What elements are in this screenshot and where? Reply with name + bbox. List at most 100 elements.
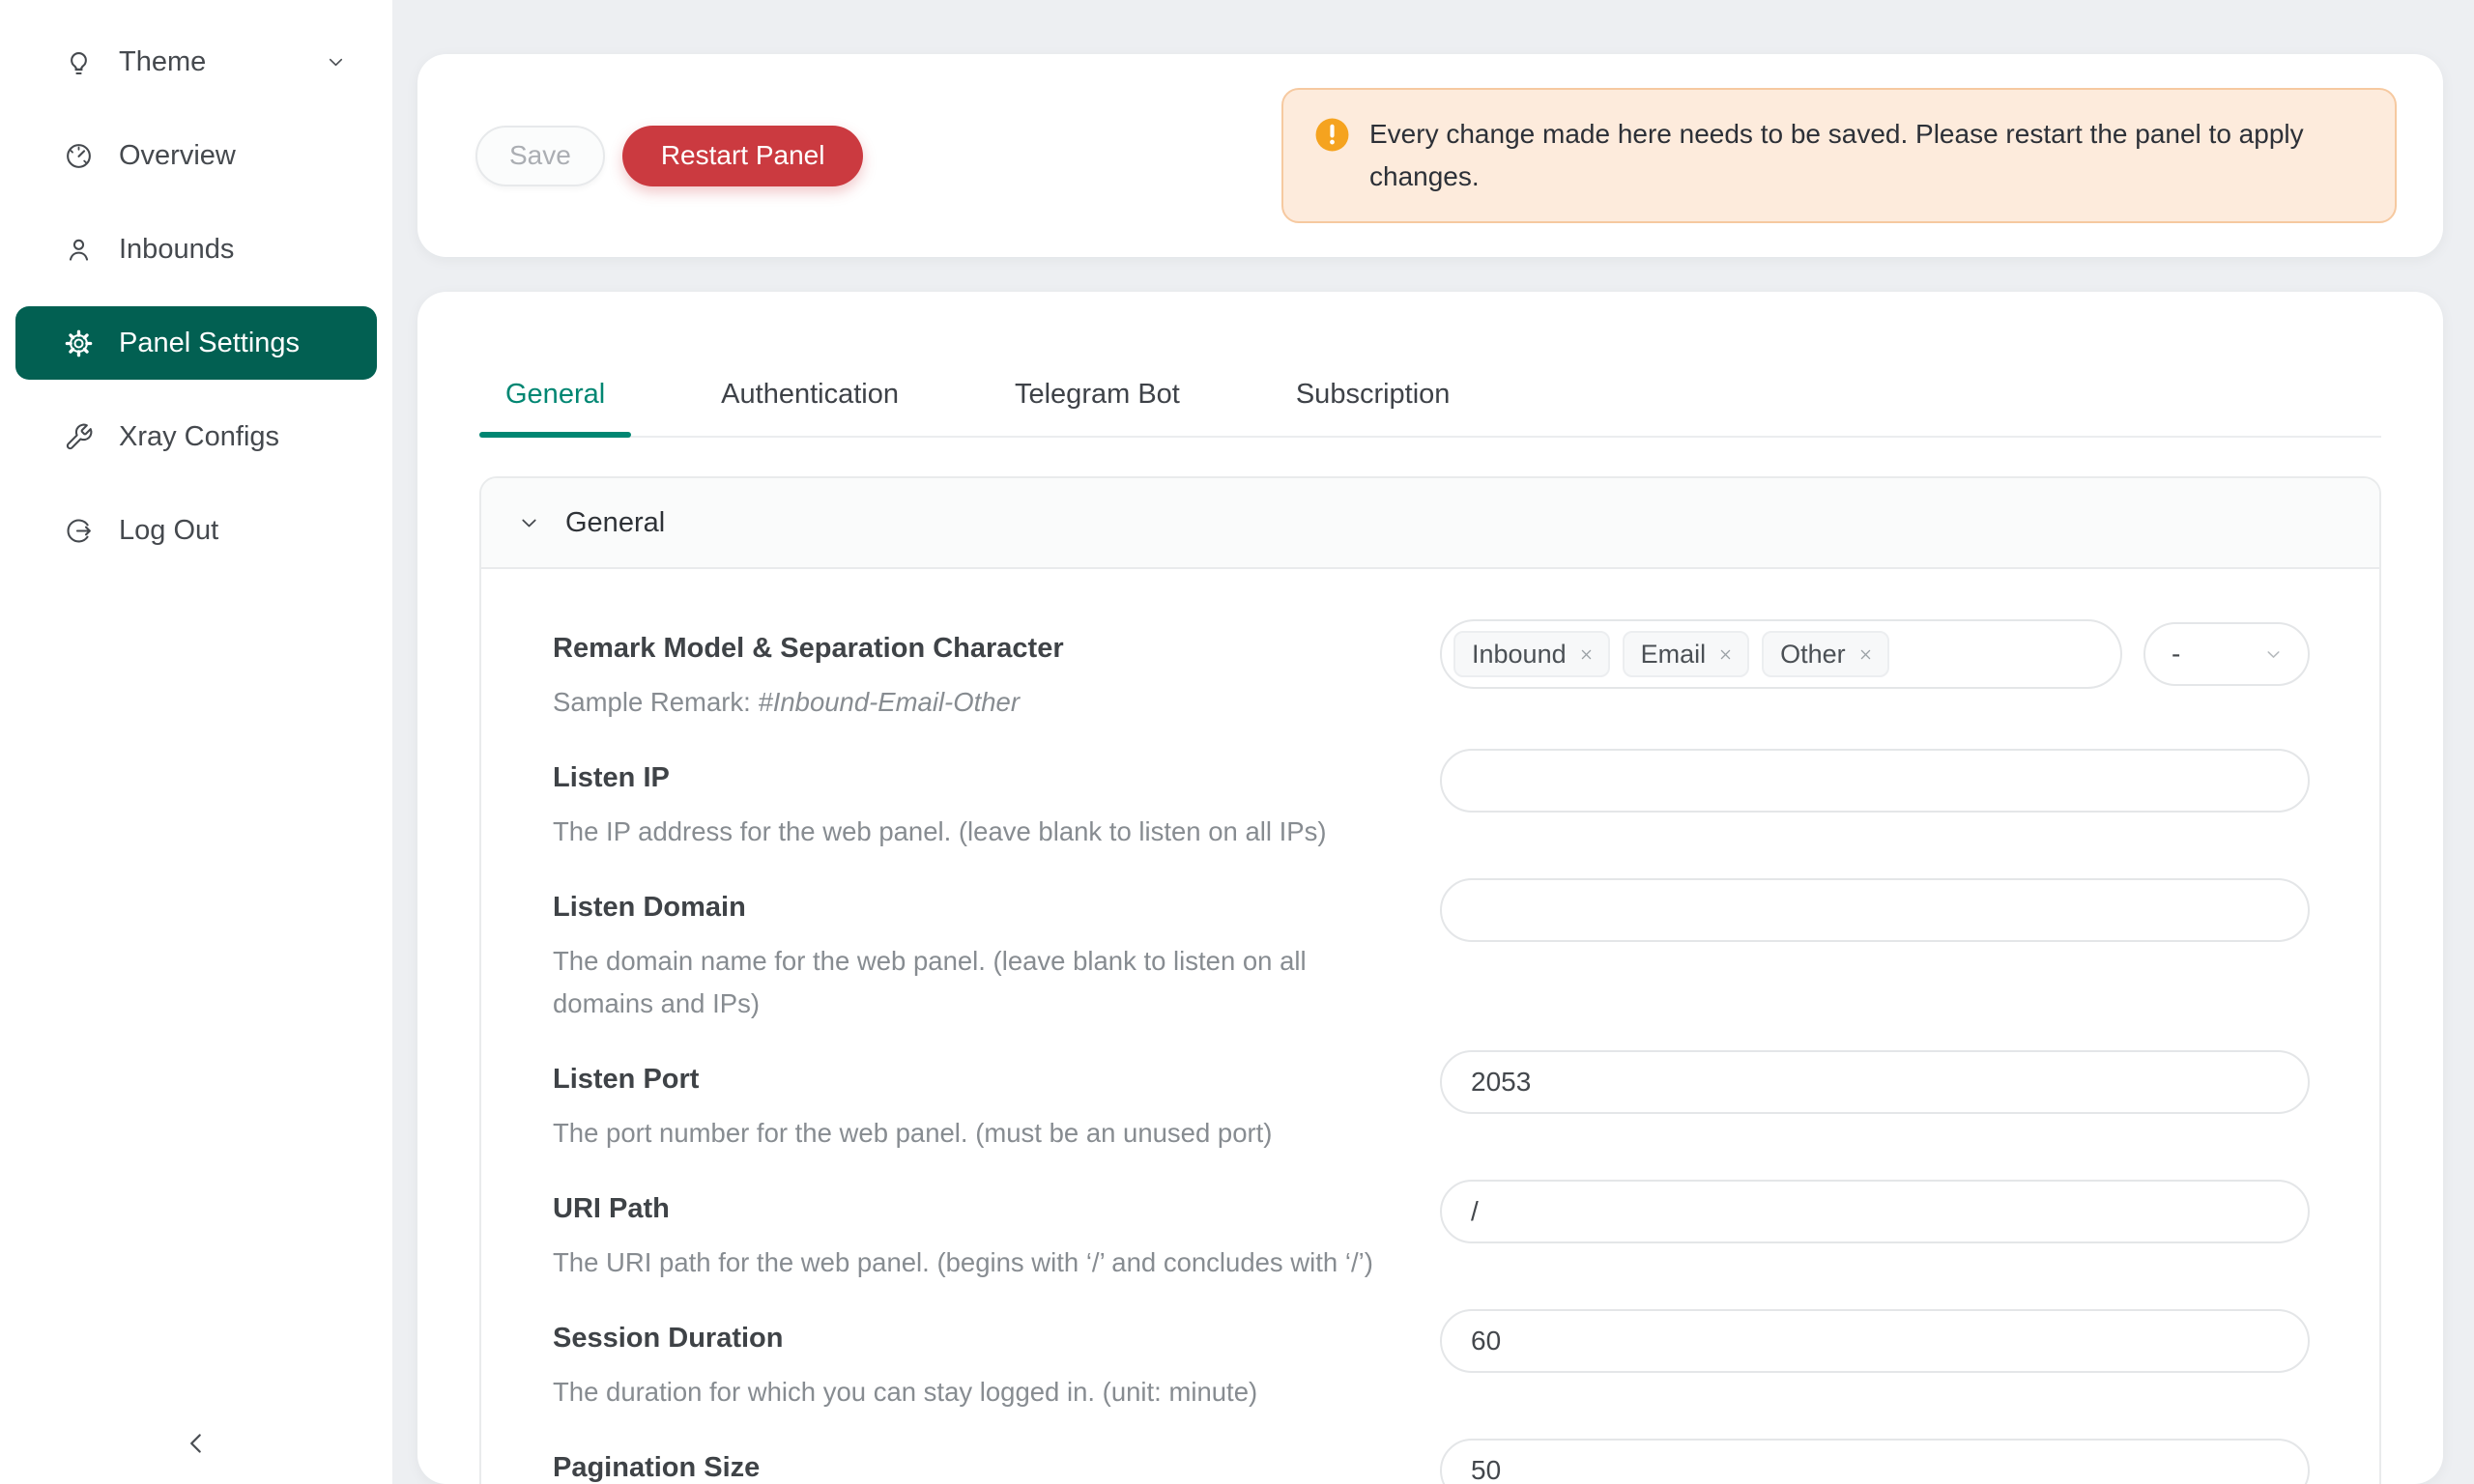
- sidebar-item-log-out[interactable]: Log Out: [15, 494, 377, 567]
- listen-domain-input[interactable]: [1440, 878, 2310, 942]
- sidebar-item-theme[interactable]: Theme: [15, 25, 377, 99]
- tab-label: Telegram Bot: [1015, 379, 1180, 410]
- toolbar-buttons: Save Restart Panel: [475, 126, 863, 186]
- field-control: Inbound Email Other -: [1440, 619, 2310, 689]
- alert-text: Every change made here needs to be saved…: [1369, 113, 2304, 198]
- session-duration-input[interactable]: [1440, 1309, 2310, 1373]
- tab-label: Subscription: [1296, 379, 1451, 410]
- field-control: [1440, 1050, 2310, 1114]
- field-control: [1440, 1180, 2310, 1243]
- separator-select[interactable]: -: [2143, 622, 2310, 686]
- restart-panel-button[interactable]: Restart Panel: [622, 126, 864, 186]
- remove-tag-icon[interactable]: [1716, 645, 1735, 664]
- person-icon: [64, 235, 94, 265]
- tab-telegram-bot[interactable]: Telegram Bot: [989, 373, 1206, 436]
- field-row-listen-ip: Listen IP The IP address for the web pan…: [553, 758, 2310, 853]
- chevron-down-icon: [2262, 643, 2285, 666]
- field-control: [1440, 878, 2310, 942]
- field-row-pagination-size: Pagination Size: [553, 1448, 2310, 1484]
- general-section-header[interactable]: General: [481, 478, 2379, 569]
- sidebar-item-label: Xray Configs: [119, 423, 279, 451]
- field-info: Listen Domain The domain name for the we…: [553, 888, 1440, 1025]
- uri-path-input[interactable]: [1440, 1180, 2310, 1243]
- general-section: General Remark Model & Separation Charac…: [479, 476, 2381, 1484]
- field-label: Listen Port: [553, 1060, 1401, 1099]
- field-control: [1440, 749, 2310, 813]
- tag-label: Other: [1780, 640, 1846, 670]
- toolbar-card: Save Restart Panel Every change made her…: [417, 54, 2443, 257]
- sidebar-collapse-button[interactable]: [169, 1416, 223, 1470]
- field-row-listen-domain: Listen Domain The domain name for the we…: [553, 888, 2310, 1025]
- lightbulb-icon: [64, 47, 94, 77]
- logout-icon: [64, 516, 94, 546]
- field-label: Listen IP: [553, 758, 1401, 797]
- sidebar-item-xray-configs[interactable]: Xray Configs: [15, 400, 377, 473]
- remove-tag-icon[interactable]: [1577, 645, 1596, 664]
- field-row-remark-model: Remark Model & Separation Character Samp…: [553, 629, 2310, 724]
- pagination-size-input[interactable]: [1440, 1439, 2310, 1484]
- tag-other: Other: [1762, 631, 1889, 677]
- tag-inbound: Inbound: [1453, 631, 1610, 677]
- field-description: The URI path for the web panel. (begins …: [553, 1241, 1401, 1284]
- field-info: Pagination Size: [553, 1448, 1440, 1484]
- field-description: The domain name for the web panel. (leav…: [553, 940, 1401, 1025]
- field-description: The port number for the web panel. (must…: [553, 1112, 1401, 1155]
- separator-select-value: -: [2172, 639, 2262, 670]
- restart-warning-alert: Every change made here needs to be saved…: [1281, 88, 2397, 223]
- save-button[interactable]: Save: [475, 126, 605, 186]
- field-label: Listen Domain: [553, 888, 1401, 927]
- field-label: Pagination Size: [553, 1448, 1401, 1484]
- field-row-session-duration: Session Duration The duration for which …: [553, 1319, 2310, 1413]
- field-row-listen-port: Listen Port The port number for the web …: [553, 1060, 2310, 1155]
- form-fields: Remark Model & Separation Character Samp…: [481, 569, 2379, 1484]
- sidebar-item-panel-settings[interactable]: Panel Settings: [15, 306, 377, 380]
- field-label: Session Duration: [553, 1319, 1401, 1357]
- field-description: The duration for which you can stay logg…: [553, 1371, 1401, 1413]
- app-root: Theme Overview Inbounds Panel Settings X…: [0, 0, 2474, 1484]
- sidebar-item-label: Log Out: [119, 517, 218, 545]
- field-description: The IP address for the web panel. (leave…: [553, 811, 1401, 853]
- sidebar-item-inbounds[interactable]: Inbounds: [15, 213, 377, 286]
- chevron-left-icon: [180, 1427, 213, 1460]
- field-info: Remark Model & Separation Character Samp…: [553, 629, 1440, 724]
- field-description: Sample Remark: #Inbound-Email-Other: [553, 681, 1401, 724]
- sidebar-item-overview[interactable]: Overview: [15, 119, 377, 192]
- field-info: Session Duration The duration for which …: [553, 1319, 1440, 1413]
- chevron-down-icon: [324, 50, 348, 74]
- gear-icon: [64, 328, 94, 358]
- listen-ip-input[interactable]: [1440, 749, 2310, 813]
- field-control: [1440, 1439, 2310, 1484]
- settings-card: General Authentication Telegram Bot Subs…: [417, 292, 2443, 1484]
- field-info: Listen IP The IP address for the web pan…: [553, 758, 1440, 853]
- main-content: Save Restart Panel Every change made her…: [392, 0, 2474, 1484]
- field-info: Listen Port The port number for the web …: [553, 1060, 1440, 1155]
- settings-tabs: General Authentication Telegram Bot Subs…: [479, 373, 2381, 438]
- field-label: URI Path: [553, 1189, 1401, 1228]
- gauge-icon: [64, 141, 94, 171]
- tag-label: Email: [1641, 640, 1707, 670]
- remove-tag-icon[interactable]: [1856, 645, 1875, 664]
- tab-label: Authentication: [721, 379, 899, 410]
- tag-label: Inbound: [1472, 640, 1567, 670]
- tab-label: General: [505, 379, 605, 410]
- sidebar-item-label: Inbounds: [119, 236, 234, 264]
- field-row-uri-path: URI Path The URI path for the web panel.…: [553, 1189, 2310, 1284]
- sidebar: Theme Overview Inbounds Panel Settings X…: [0, 0, 392, 1484]
- field-label: Remark Model & Separation Character: [553, 629, 1401, 668]
- sidebar-item-label: Theme: [119, 48, 206, 76]
- wrench-icon: [64, 422, 94, 452]
- chevron-down-icon: [516, 510, 542, 536]
- field-control: [1440, 1309, 2310, 1373]
- sidebar-nav: Theme Overview Inbounds Panel Settings X…: [15, 25, 377, 1416]
- warning-icon: [1314, 117, 1350, 153]
- tab-general[interactable]: General: [479, 373, 631, 436]
- section-title: General: [565, 507, 665, 539]
- tab-subscription[interactable]: Subscription: [1270, 373, 1477, 436]
- sidebar-item-label: Panel Settings: [119, 329, 300, 357]
- tab-authentication[interactable]: Authentication: [695, 373, 925, 436]
- field-info: URI Path The URI path for the web panel.…: [553, 1189, 1440, 1284]
- sidebar-item-label: Overview: [119, 142, 236, 170]
- remark-model-tags-input[interactable]: Inbound Email Other: [1440, 619, 2122, 689]
- tag-email: Email: [1623, 631, 1750, 677]
- listen-port-input[interactable]: [1440, 1050, 2310, 1114]
